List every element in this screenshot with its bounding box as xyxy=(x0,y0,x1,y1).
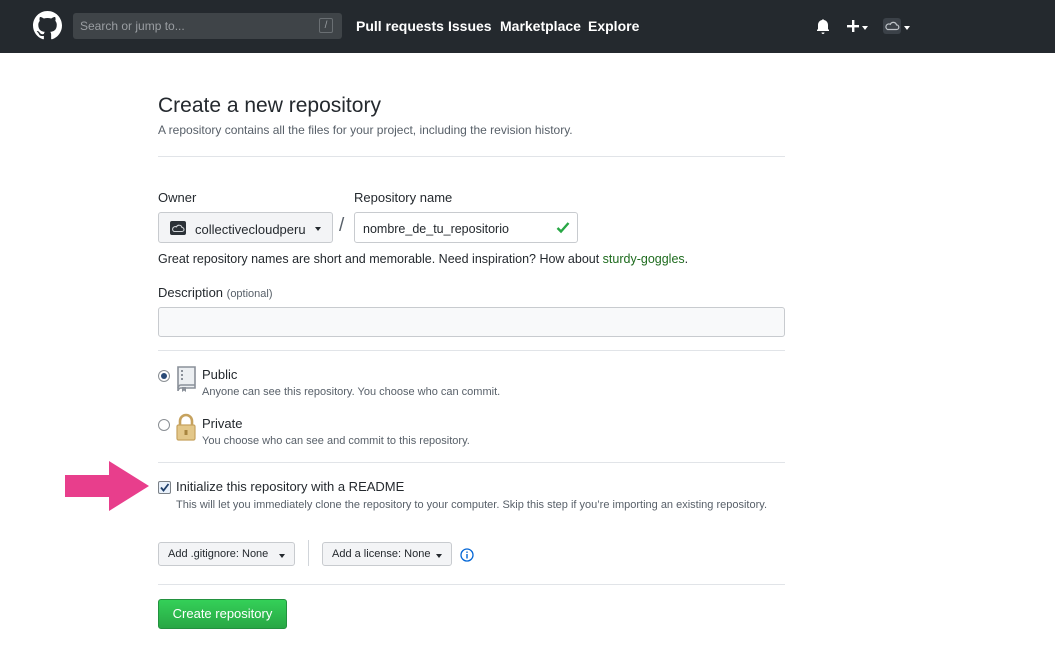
public-title: Public xyxy=(202,367,238,382)
optional-tag: (optional) xyxy=(226,288,273,300)
description-input[interactable] xyxy=(158,307,785,337)
public-radio[interactable] xyxy=(158,370,170,382)
create-repository-button[interactable]: Create repository xyxy=(158,599,287,629)
divider xyxy=(158,462,785,463)
plus-caret-icon xyxy=(862,26,868,30)
repo-name-label: Repository name xyxy=(354,190,453,205)
nav-issues[interactable]: Issues xyxy=(448,18,492,34)
owner-caret-icon xyxy=(315,227,321,231)
hint-end: . xyxy=(684,252,689,266)
nav-pull-requests[interactable]: Pull requests xyxy=(356,18,444,34)
user-avatar-icon[interactable] xyxy=(883,18,901,34)
owner-avatar xyxy=(170,221,186,235)
pink-arrow-icon xyxy=(65,461,149,511)
divider xyxy=(158,156,785,157)
search-placeholder: Search or jump to... xyxy=(80,19,185,33)
owner-select[interactable]: collectivecloudperu xyxy=(158,212,333,243)
page-title: Create a new repository xyxy=(158,94,381,117)
repository-name-input[interactable]: nombre_de_tu_repositorio xyxy=(354,212,578,243)
description-label: Description (optional) xyxy=(158,285,273,300)
gitignore-select[interactable]: Add .gitignore: None xyxy=(158,542,295,566)
hint-text: Great repository names are short and mem… xyxy=(158,252,603,266)
divider xyxy=(158,350,785,351)
license-caret-icon xyxy=(436,554,442,558)
gitignore-value: None xyxy=(242,548,269,560)
avatar-caret-icon xyxy=(904,26,910,30)
readme-checkbox[interactable] xyxy=(158,481,171,494)
repo-book-icon xyxy=(177,366,196,392)
private-title: Private xyxy=(202,416,243,431)
private-radio[interactable] xyxy=(158,419,170,431)
search-shortcut-key: / xyxy=(319,18,333,33)
top-navigation-bar: Search or jump to... / Pull requests Iss… xyxy=(0,0,1055,53)
license-value: None xyxy=(404,548,431,560)
github-logo-icon[interactable] xyxy=(33,11,62,40)
plus-icon[interactable] xyxy=(846,19,860,33)
public-description: Anyone can see this repository. You choo… xyxy=(202,386,501,398)
cloud-icon xyxy=(172,224,185,233)
valid-check-icon xyxy=(556,222,570,234)
page-subtitle: A repository contains all the files for … xyxy=(158,123,573,137)
owner-label: Owner xyxy=(158,190,197,205)
readme-description: This will let you immediately clone the … xyxy=(176,499,767,511)
private-description: You choose who can see and commit to thi… xyxy=(202,435,470,447)
divider xyxy=(158,584,785,585)
lock-icon xyxy=(176,413,196,441)
license-select[interactable]: Add a license: None xyxy=(322,542,452,566)
search-input[interactable]: Search or jump to... / xyxy=(73,13,342,39)
gitignore-caret-icon xyxy=(279,554,285,558)
name-suggestion-link[interactable]: sturdy-goggles xyxy=(603,252,685,266)
description-label-text: Description xyxy=(158,285,224,300)
nav-marketplace[interactable]: Marketplace xyxy=(500,18,581,34)
license-label: Add a license: xyxy=(332,548,402,560)
select-separator xyxy=(308,540,309,566)
checkmark-icon xyxy=(160,483,170,492)
readme-title: Initialize this repository with a README xyxy=(176,479,405,494)
info-icon[interactable] xyxy=(460,548,474,562)
repo-name-hint: Great repository names are short and mem… xyxy=(158,252,688,266)
repository-name-value: nombre_de_tu_repositorio xyxy=(363,222,509,236)
bell-icon[interactable] xyxy=(816,19,830,35)
nav-explore[interactable]: Explore xyxy=(588,18,639,34)
owner-repo-separator: / xyxy=(339,215,345,236)
gitignore-label: Add .gitignore: xyxy=(168,548,239,560)
owner-value: collectivecloudperu xyxy=(195,222,306,237)
